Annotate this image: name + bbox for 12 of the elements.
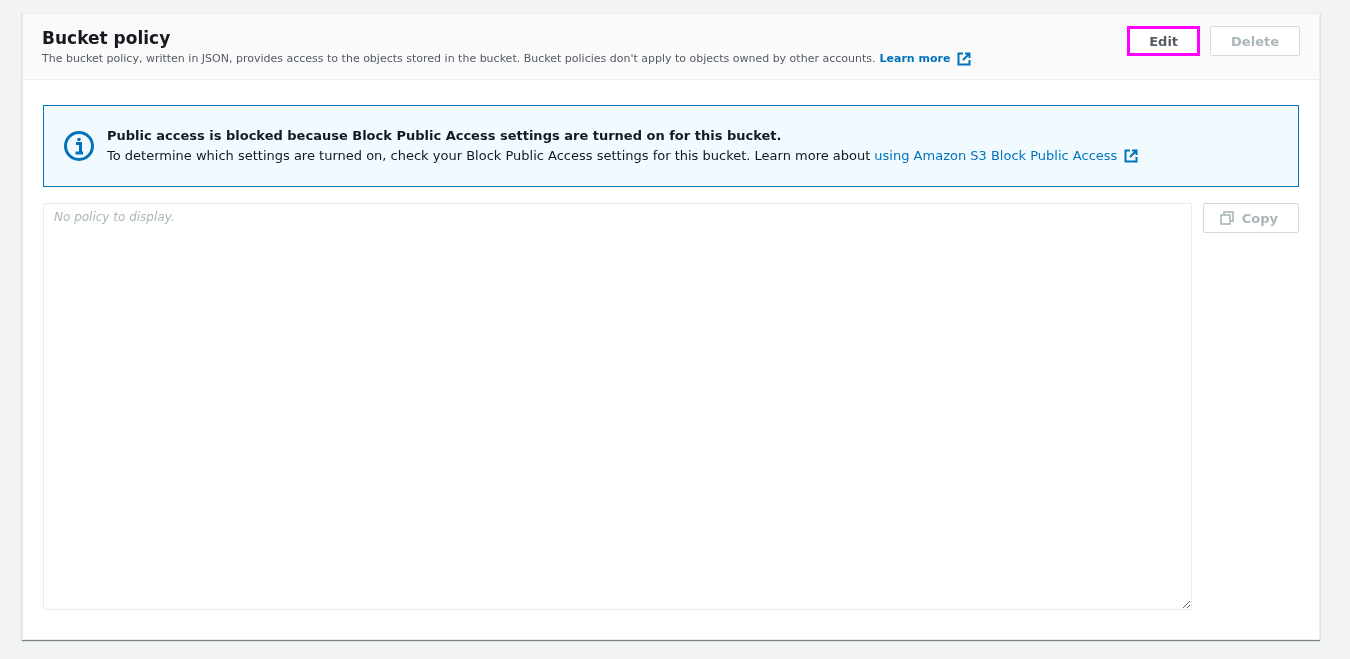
external-link-icon [957, 52, 972, 66]
external-link-icon [1124, 149, 1139, 163]
learn-more-link[interactable]: Learn more [879, 50, 951, 68]
info-icon [63, 130, 95, 162]
action-button[interactable]: Edit [1127, 26, 1201, 56]
panel-description: The bucket policy, written in JSON, provides access to the objects stored in the bucket. Bucket policies don't apply to objects owned by other accounts. [42, 51, 876, 67]
alert-text: To determine which settings are turned on, check your Block Public Access settings for this bucket. Learn more about [107, 147, 871, 165]
panel-title: Bucket policy [42, 27, 172, 50]
copy-icon [1219, 211, 1234, 225]
alert-heading: Public access is blocked because Block Public Access settings are turned on for this bucket. [107, 127, 783, 145]
block-public-access-link[interactable]: using Amazon S3 Block Public Access [874, 146, 1118, 166]
policy-field[interactable]: No policy to display. [43, 203, 1192, 610]
